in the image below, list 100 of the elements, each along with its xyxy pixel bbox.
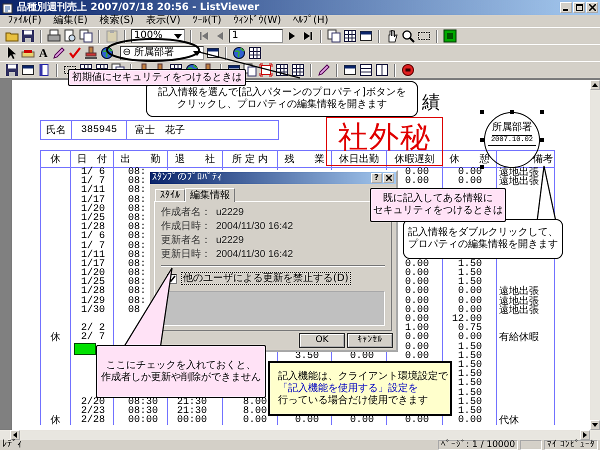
table-cell: 08: — [128, 177, 146, 186]
table-cell: 08: — [128, 269, 146, 278]
table-cell: 2/20 — [80, 398, 105, 407]
table-cell: 1/ 6 — [80, 232, 105, 242]
column-header: 備考 — [533, 152, 553, 166]
table-cell: 遠地出張 — [499, 177, 539, 186]
table-cell: 1/20 — [80, 204, 105, 214]
table-cell: 08: — [128, 260, 146, 270]
status-text: ﾚﾃﾞｨ — [2, 440, 23, 450]
table-cell: 00:00 — [177, 416, 208, 426]
column-header: 出 勤 — [120, 152, 160, 166]
table-cell: 氏名 — [41, 121, 72, 139]
table-cell: 21:30 — [177, 406, 208, 416]
table-cell: 0.00 — [404, 278, 429, 288]
table-cell: 1.50 — [458, 352, 482, 361]
table-cell: 富士 花子 — [127, 121, 279, 139]
table-cell: 0.00 — [458, 296, 482, 306]
callout-text: 記入機能は、クライアント環境設定で — [278, 370, 448, 382]
table-cell: 0.00 — [404, 315, 429, 324]
table-cell: 1.50 — [458, 398, 482, 407]
table-cell: 08:30 — [128, 406, 158, 416]
table-cell: 1.50 — [458, 370, 482, 380]
table-cell: 遠地出張 — [499, 168, 539, 178]
table-cell: 08: — [128, 223, 146, 232]
table-cell: 0.00 — [404, 296, 429, 306]
table-cell: 1/30 — [80, 306, 105, 316]
table-cell: 08: — [128, 287, 146, 297]
table-cell: 08: — [128, 196, 146, 205]
table-cell: 1/29 — [80, 296, 105, 306]
table-cell: 0.00 — [404, 333, 429, 343]
table-cell: 1.50 — [458, 388, 482, 398]
table-cell: 0.00 — [458, 177, 482, 186]
table-cell: 12.00 — [452, 315, 482, 324]
field-label: 更新者名： — [161, 234, 212, 247]
field-value: 2004/11/30 16:42 — [216, 220, 294, 232]
callout-text: 既に記入してある情報に — [383, 193, 493, 205]
table-cell: 0.75 — [458, 324, 482, 334]
table-cell: 08: — [128, 250, 146, 260]
table-cell: 1.50 — [458, 269, 482, 278]
table-cell: 08: — [128, 232, 146, 242]
callout-text: セキュリティをつけるときは — [373, 205, 503, 217]
column-header: 休暇遅刻 — [394, 152, 434, 166]
table-cell: 0.00 — [404, 269, 429, 278]
callout-text: プロパティの編集情報を開きます — [408, 239, 558, 251]
stamp-text: 所属部署 — [492, 122, 532, 136]
table-cell: 0.00 — [404, 260, 429, 270]
callout-text: 「記入機能を使用する」設定を — [278, 382, 418, 394]
table-cell: 0.00 — [404, 168, 429, 178]
callout-text: 作成者しか更新や削除ができません — [101, 372, 261, 384]
table-cell: 有給休暇 — [499, 333, 539, 343]
table-cell: 1.00 — [404, 324, 429, 334]
table-cell: 08: — [128, 242, 146, 251]
table-cell: 1.50 — [458, 379, 482, 389]
table-cell: 0.00 — [404, 287, 429, 297]
table-cell: 08: — [128, 186, 146, 196]
table-cell: 08: — [128, 204, 146, 214]
status-panel: ﾍﾟｰｼﾞ: 1 / 10000 — [438, 440, 518, 450]
column-header: 日 付 — [77, 153, 107, 166]
field-label: 更新日時： — [161, 248, 212, 261]
column-header: 残 業 — [284, 152, 324, 166]
table-cell: 遠地出張 — [499, 296, 539, 306]
callout-text: 記入情報をダブルクリックして、 — [408, 227, 558, 238]
column-header: 退 社 — [175, 152, 215, 166]
table-cell: 1.50 — [458, 342, 482, 352]
table-cell: 休 — [50, 333, 60, 343]
callout-text: クリックし、プロパティの編集情報を開きます — [177, 99, 387, 111]
table-cell: 0.00 — [404, 352, 429, 361]
field-label: 作成日時： — [161, 220, 212, 233]
callout-text: 初期値にセキュリティをつけるときは — [72, 72, 242, 84]
column-header: 所 定 内 — [232, 152, 268, 166]
table-cell: 1.50 — [458, 360, 482, 370]
table-cell: 0.00 — [458, 333, 482, 343]
table-cell: 2/28 — [80, 416, 105, 426]
callout-text: 記入情報を選んで[記入パターンのプロパティ]ボタンを — [158, 87, 406, 98]
table-cell: 1.50 — [458, 278, 482, 288]
table-cell: 0.00 — [404, 342, 429, 352]
table-cell: 0.00 — [404, 306, 429, 316]
table-cell: 1/11 — [80, 186, 105, 196]
table-cell: 代休 — [499, 416, 519, 426]
field-value: 2004/11/30 16:42 — [216, 248, 294, 260]
field-label: 作成者名： — [161, 206, 212, 219]
table-cell: 0.00 — [404, 177, 429, 186]
table-cell: 0.00 — [458, 168, 482, 178]
table-cell: 385945 — [72, 121, 127, 139]
table-cell: 0.00 — [458, 416, 482, 426]
table-cell: 1.50 — [458, 260, 482, 270]
table-cell: 08: — [128, 168, 146, 178]
table-cell: 2/ 7 — [80, 333, 105, 343]
column-header: 休 — [50, 153, 60, 166]
callout-text: ここにチェックを入れておくと、 — [106, 360, 256, 372]
table-cell: 08: — [128, 296, 146, 306]
field-value: u2229 — [216, 206, 244, 218]
table-cell: 00:00 — [128, 416, 158, 426]
table-cell: 1/17 — [80, 196, 105, 205]
table-cell: 遠地出張 — [499, 306, 539, 316]
table-cell: 0.00 — [242, 416, 267, 426]
window-title: 品種別週刊売上 2007/07/18 20:56 - ListViewer — [17, 2, 260, 14]
callout-text: 行っている場合だけ使用できます — [278, 394, 428, 406]
document-title: 績 — [422, 92, 441, 112]
table-cell: 0.00 — [458, 306, 482, 316]
